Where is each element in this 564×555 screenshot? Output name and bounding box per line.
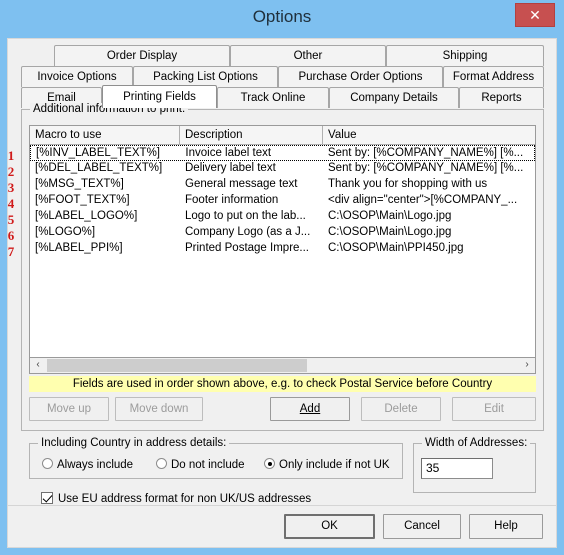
- cell-value: <div align="center">[%COMPANY_...: [328, 194, 518, 206]
- list-column-headers: Macro to use Description Value: [30, 126, 535, 145]
- list-body: [%INV_LABEL_TEXT%] Invoice label text Se…: [30, 145, 535, 357]
- delete-label: Delete: [384, 403, 418, 415]
- printing-fields-list[interactable]: Macro to use Description Value [%INV_LAB…: [29, 125, 536, 358]
- tab-invoice-options[interactable]: Invoice Options: [21, 66, 133, 87]
- radio-never-label: Do not include: [171, 459, 245, 471]
- radio-always-label: Always include: [57, 459, 134, 471]
- eu-checkbox-label: Use EU address format for non UK/US addr…: [58, 493, 312, 505]
- cell-value: C:\OSOP\Main\PPI450.jpg: [328, 242, 464, 254]
- window-frame: Options ✕ Order Display Other Shipping I…: [0, 0, 564, 555]
- tab-format-address[interactable]: Format Address: [443, 66, 544, 87]
- tab-company-details[interactable]: Company Details: [329, 87, 459, 108]
- cell-description: Invoice label text: [185, 147, 272, 159]
- cell-macro: [%FOOT_TEXT%]: [35, 194, 130, 206]
- ok-button[interactable]: OK: [284, 514, 375, 539]
- tab-row-2: Invoice Options Packing List Options Pur…: [21, 66, 544, 87]
- radio-selected-icon: [264, 458, 275, 469]
- edit-label: Edit: [484, 403, 504, 415]
- tab-purchase-order-options[interactable]: Purchase Order Options: [278, 66, 443, 87]
- radio-not-uk-label: Only include if not UK: [279, 459, 390, 471]
- tab-row-1: Order Display Other Shipping: [21, 45, 544, 66]
- width-of-addresses-input[interactable]: 35: [421, 458, 493, 479]
- cell-value: Sent by: [%COMPANY_NAME%] [%...: [327, 147, 524, 159]
- edit-button[interactable]: Edit: [452, 397, 536, 421]
- close-icon: ✕: [529, 7, 541, 23]
- annotation-number-2: 2: [7, 164, 15, 179]
- move-up-button[interactable]: Move up: [29, 397, 109, 421]
- tab-reports[interactable]: Reports: [459, 87, 544, 108]
- tab-shipping[interactable]: Shipping: [386, 45, 544, 66]
- group-including-country-label: Including Country in address details:: [38, 437, 230, 449]
- add-label: Add: [299, 403, 321, 415]
- help-button[interactable]: Help: [469, 514, 543, 539]
- move-down-button[interactable]: Move down: [115, 397, 203, 421]
- tab-printing-fields[interactable]: Printing Fields: [102, 85, 217, 108]
- scroll-right-icon[interactable]: ›: [519, 358, 535, 373]
- annotation-number-3: 3: [7, 180, 15, 195]
- list-horizontal-scrollbar[interactable]: ‹ ›: [29, 358, 536, 374]
- cell-value: C:\OSOP\Main\Logo.jpg: [328, 210, 452, 222]
- scroll-left-icon[interactable]: ‹: [30, 358, 46, 373]
- cell-macro: [%INV_LABEL_TEXT%]: [36, 147, 160, 159]
- table-row[interactable]: [%LABEL_PPI%] Printed Postage Impre... C…: [30, 241, 535, 257]
- cell-value: Sent by: [%COMPANY_NAME%] [%...: [328, 162, 524, 174]
- radio-do-not-include[interactable]: Do not include: [156, 457, 245, 473]
- close-button[interactable]: ✕: [515, 3, 555, 27]
- table-row[interactable]: [%DEL_LABEL_TEXT%] Delivery label text S…: [30, 161, 535, 177]
- cell-value: C:\OSOP\Main\Logo.jpg: [328, 226, 452, 238]
- cell-macro: [%LABEL_LOGO%]: [35, 210, 138, 222]
- tab-order-display[interactable]: Order Display: [54, 45, 230, 66]
- add-button[interactable]: Add: [270, 397, 350, 421]
- annotation-number-6: 6: [7, 228, 15, 243]
- radio-icon: [156, 458, 167, 469]
- checkbox-icon: [41, 492, 53, 504]
- table-row[interactable]: [%MSG_TEXT%] General message text Thank …: [30, 177, 535, 193]
- column-header-macro[interactable]: Macro to use: [30, 126, 180, 145]
- cell-macro: [%MSG_TEXT%]: [35, 178, 124, 190]
- bottom-separator: [8, 505, 556, 506]
- title-bar: Options ✕: [0, 0, 564, 38]
- move-down-label: Move down: [129, 403, 189, 415]
- cell-macro: [%LABEL_PPI%]: [35, 242, 123, 254]
- table-row[interactable]: [%INV_LABEL_TEXT%] Invoice label text Se…: [30, 145, 535, 161]
- annotation-number-7: 7: [7, 244, 15, 259]
- annotation-number-5: 5: [7, 212, 15, 227]
- cell-macro: [%LOGO%]: [35, 226, 96, 238]
- table-row[interactable]: [%FOOT_TEXT%] Footer information <div al…: [30, 193, 535, 209]
- table-row[interactable]: [%LABEL_LOGO%] Logo to put on the lab...…: [30, 209, 535, 225]
- cell-description: Printed Postage Impre...: [185, 242, 310, 254]
- cell-description: Logo to put on the lab...: [185, 210, 306, 222]
- delete-button[interactable]: Delete: [361, 397, 441, 421]
- column-header-description[interactable]: Description: [180, 126, 323, 145]
- radio-icon: [42, 458, 53, 469]
- tab-packing-list-options[interactable]: Packing List Options: [133, 66, 278, 87]
- cell-value: Thank you for shopping with us: [328, 178, 488, 190]
- cell-macro: [%DEL_LABEL_TEXT%]: [35, 162, 163, 174]
- tab-other[interactable]: Other: [230, 45, 386, 66]
- tab-track-online[interactable]: Track Online: [217, 87, 329, 108]
- annotation-number-4: 4: [7, 196, 15, 211]
- move-up-label: Move up: [46, 403, 92, 415]
- table-row[interactable]: [%LOGO%] Company Logo (as a J... C:\OSOP…: [30, 225, 535, 241]
- tab-strip: Order Display Other Shipping Invoice Opt…: [21, 45, 544, 108]
- radio-always-include[interactable]: Always include: [42, 457, 133, 473]
- window-title: Options: [252, 7, 312, 26]
- cell-description: Delivery label text: [185, 162, 276, 174]
- scrollbar-thumb[interactable]: [47, 359, 307, 372]
- hint-banner: Fields are used in order shown above, e.…: [29, 376, 536, 392]
- cell-description: Footer information: [185, 194, 279, 206]
- dialog-client-area: Order Display Other Shipping Invoice Opt…: [7, 38, 557, 548]
- group-width-label: Width of Addresses:: [422, 437, 531, 449]
- cell-description: Company Logo (as a J...: [185, 226, 311, 238]
- radio-only-if-not-uk[interactable]: Only include if not UK: [264, 457, 390, 473]
- column-header-value[interactable]: Value: [323, 126, 535, 145]
- annotation-number-1: 1: [7, 148, 15, 163]
- cell-description: General message text: [185, 178, 298, 190]
- cancel-button[interactable]: Cancel: [383, 514, 461, 539]
